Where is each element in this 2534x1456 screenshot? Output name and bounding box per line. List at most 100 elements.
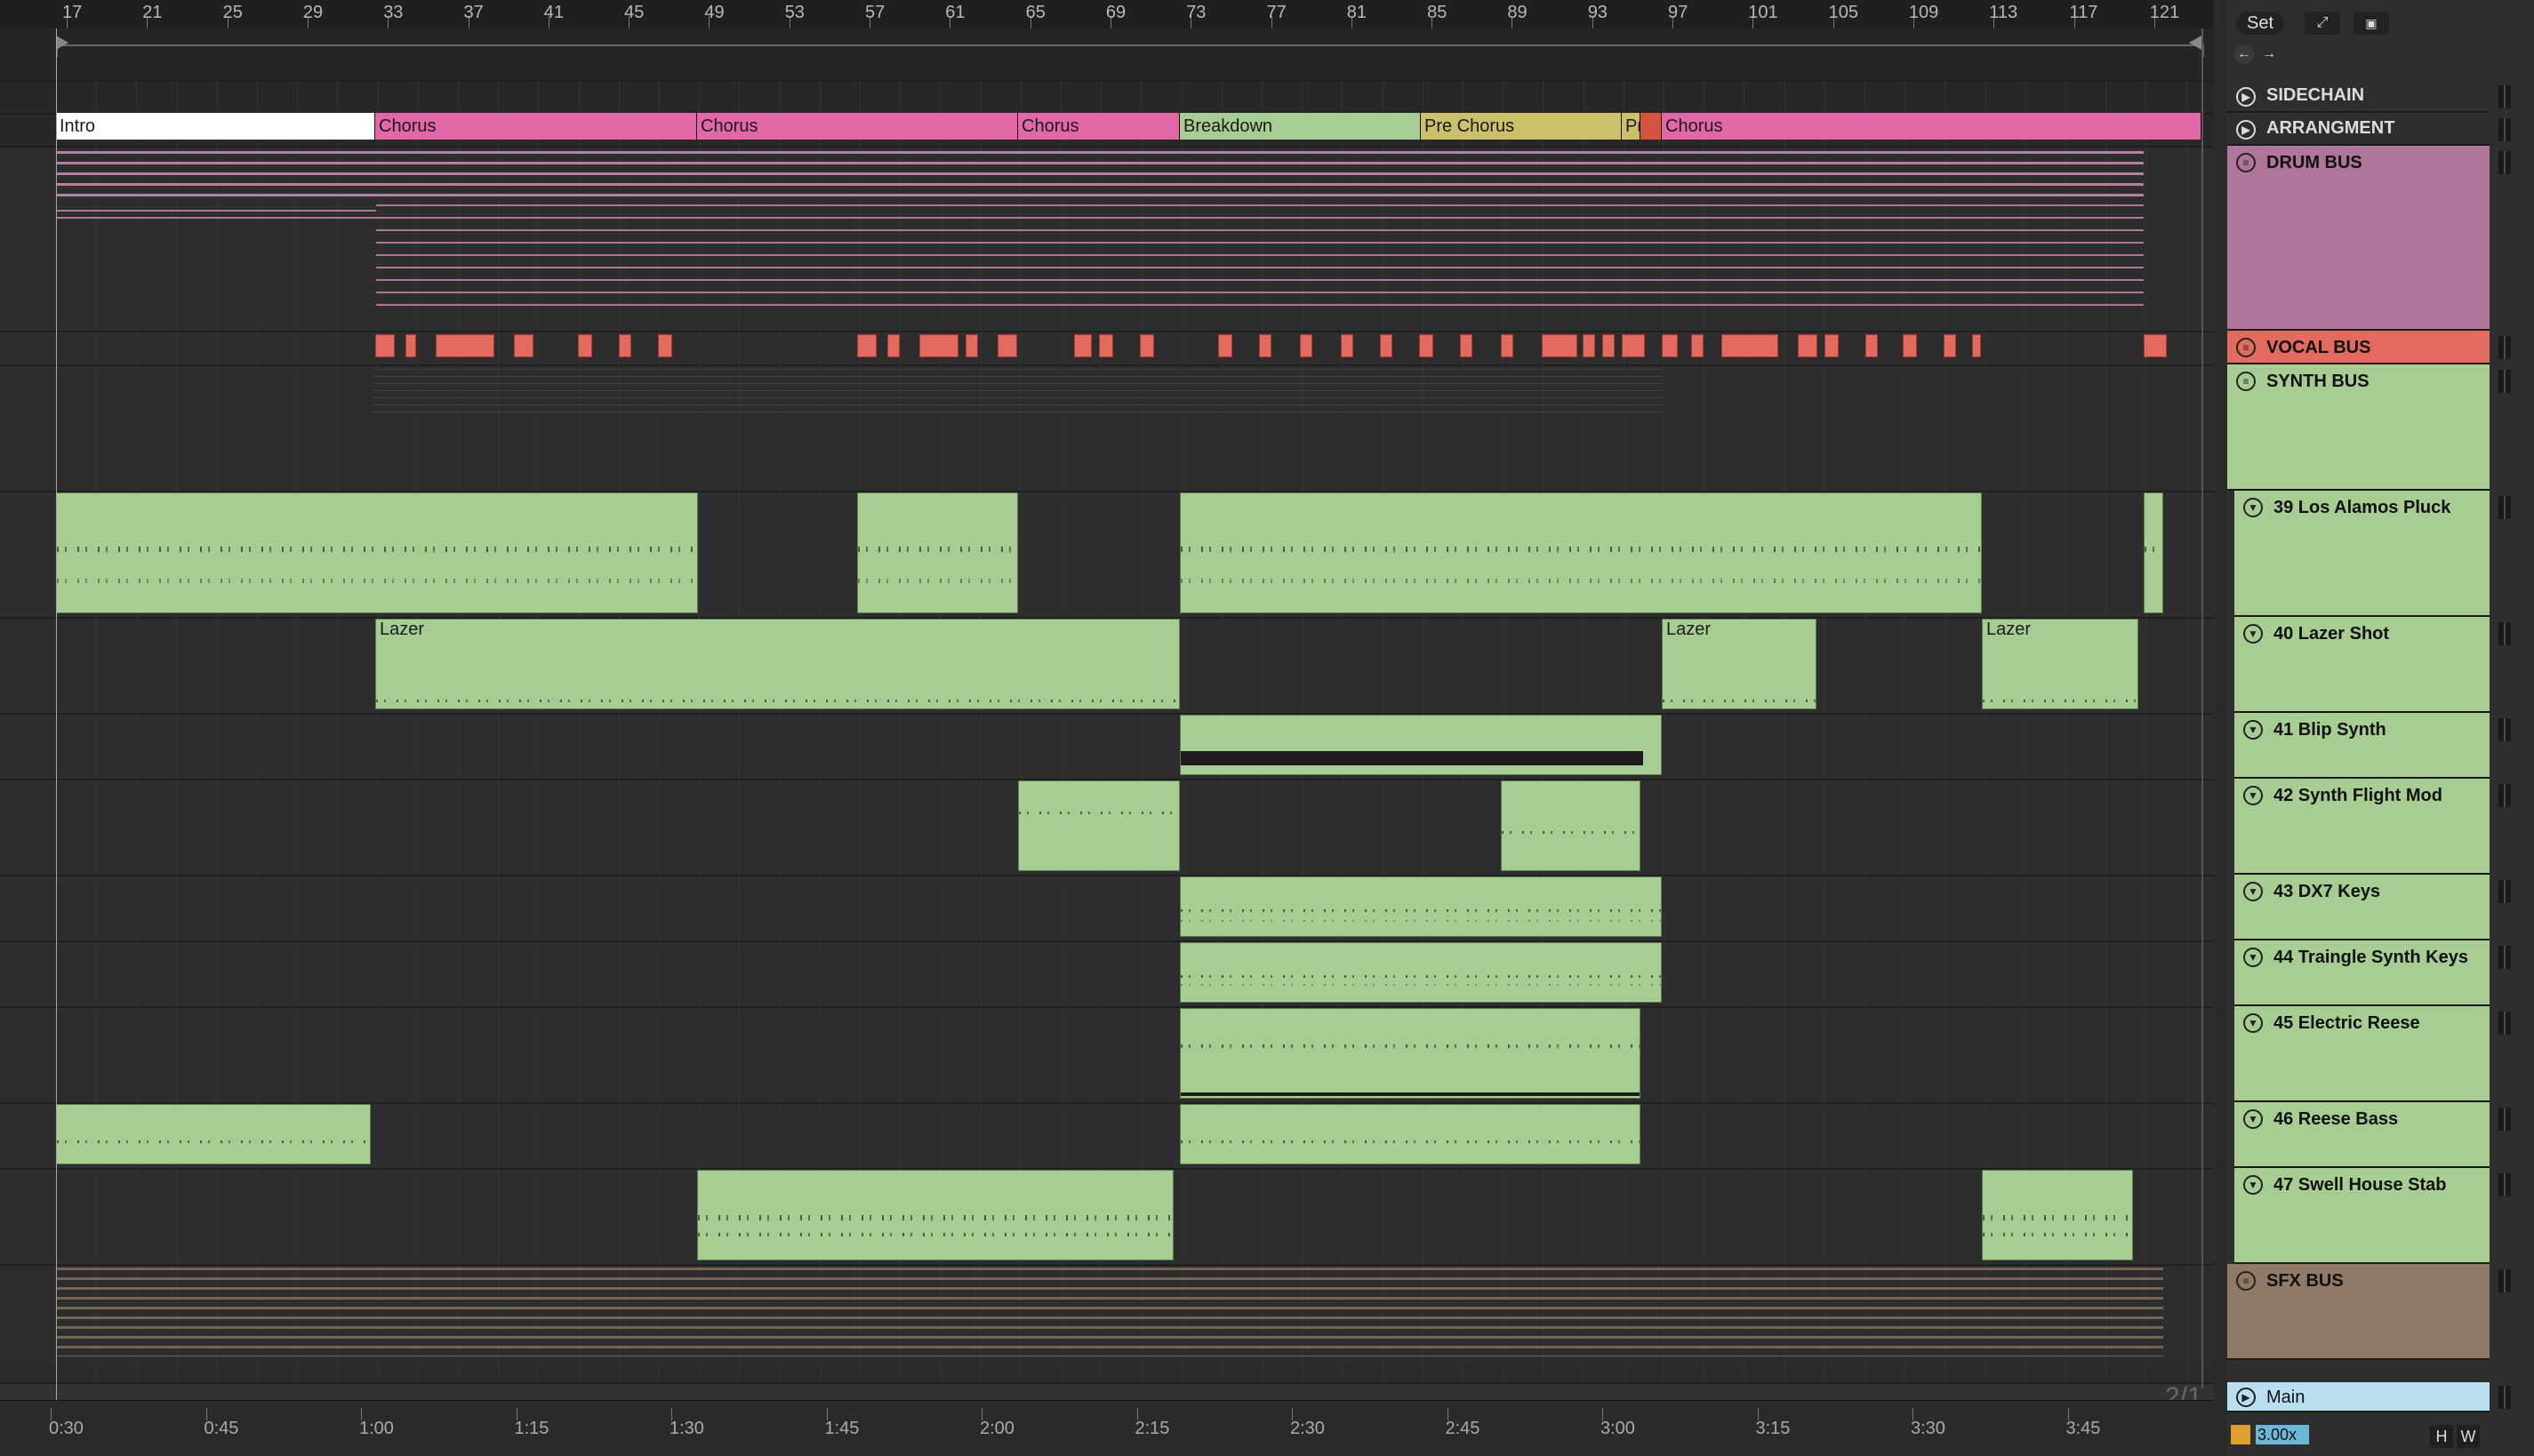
vocal-clip[interactable] [1903,334,1917,357]
vocal-clip[interactable] [1419,334,1433,357]
vocal-clip[interactable] [1865,334,1878,357]
clip-los-alamos-pluck-1[interactable] [56,492,698,613]
group-fold-icon[interactable]: ≡ [2236,1271,2256,1291]
vocal-clip[interactable] [1218,334,1232,357]
track-scroll-handle[interactable] [2498,946,2511,969]
vocal-clip[interactable] [1300,334,1312,357]
track-header-sidechain[interactable]: ▶ SIDECHAIN [2227,80,2490,113]
sfx-bus-overview[interactable] [56,1268,2163,1356]
clip-los-alamos-pluck-3[interactable] [1180,492,1982,613]
vocal-clip[interactable] [1972,334,1981,357]
chevron-down-icon[interactable]: ▼ [2243,720,2263,740]
vocal-clip[interactable] [1691,334,1704,357]
locator-breakdown[interactable]: Breakdown [1180,113,1421,140]
vocal-clip[interactable] [619,334,631,357]
track-scroll-handle[interactable] [2498,370,2511,393]
clip-synth-flight-mod-2[interactable] [1501,780,1640,871]
arrow-right-icon[interactable]: → [2259,44,2279,64]
main-track-scroll-handle[interactable] [2498,1386,2511,1409]
vocal-clip[interactable] [1602,334,1615,357]
play-icon[interactable]: ▶ [2236,1388,2256,1407]
clip-lazer-2[interactable]: Lazer [1662,619,1816,709]
clip-lazer-3[interactable]: Lazer [1982,619,2138,709]
chevron-down-icon[interactable]: ▼ [2243,1175,2263,1195]
track-scroll-handle[interactable] [2498,784,2511,807]
track-header-42-synth-flight-mod[interactable]: ▼ 42 Synth Flight Mod [2234,779,2490,875]
track-scroll-handle[interactable] [2498,880,2511,903]
vocal-clip[interactable] [998,334,1017,357]
track-scroll-handle[interactable] [2498,496,2511,519]
vocal-clip[interactable] [1542,334,1577,357]
group-fold-icon[interactable]: ≡ [2236,372,2256,391]
lock-icon[interactable]: ▣ [2354,12,2389,35]
clip-los-alamos-pluck-4[interactable] [2144,492,2163,613]
play-icon[interactable]: ▶ [2236,87,2256,107]
locator-intro[interactable]: Intro [56,113,375,140]
clip-lazer-1[interactable]: Lazer [375,619,1180,709]
clip-electric-reese[interactable] [1180,1008,1640,1099]
chevron-down-icon[interactable]: ▼ [2243,1013,2263,1033]
vocal-clip[interactable] [1341,334,1353,357]
track-scroll-handle[interactable] [2498,1269,2511,1292]
vocal-clip[interactable] [658,334,672,357]
chevron-down-icon[interactable]: ▼ [2243,948,2263,967]
track-scroll-handle[interactable] [2498,1108,2511,1131]
loop-start-marker[interactable] [56,36,68,50]
vocal-clip[interactable] [1380,334,1392,357]
locator-pr[interactable]: Pr [1622,113,1640,140]
clip-los-alamos-pluck-2[interactable] [857,492,1018,613]
vocal-clip[interactable] [1259,334,1271,357]
chevron-down-icon[interactable]: ▼ [2243,498,2263,517]
clip-dx7-keys[interactable] [1180,876,1662,937]
chevron-down-icon[interactable]: ▼ [2243,1109,2263,1129]
locator-chorus[interactable]: Chorus [1018,113,1180,140]
expand-icon[interactable]: ⤢ [2305,12,2340,35]
track-header-main[interactable]: ▶ Main [2227,1382,2490,1412]
track-header-43-dx7-keys[interactable]: ▼ 43 DX7 Keys [2234,875,2490,940]
track-header-45-electric-reese[interactable]: ▼ 45 Electric Reese [2234,1006,2490,1102]
track-header-46-reese-bass[interactable]: ▼ 46 Reese Bass [2234,1102,2490,1168]
loop-end-marker[interactable] [2189,36,2201,50]
group-fold-icon[interactable]: ≡ [2236,153,2256,172]
vocal-clip[interactable] [966,334,978,357]
chevron-down-icon[interactable]: ▼ [2243,786,2263,805]
beat-ruler[interactable]: 17 21 25 29 33 37 41 45 49 53 57 61 65 69 73 77 81 85 89 93… [0,0,2214,29]
loop-brace[interactable] [56,44,2204,57]
track-scroll-handle[interactable] [2498,118,2511,141]
vocal-clip[interactable] [436,334,494,357]
vocal-clip[interactable] [1824,334,1839,357]
track-header-41-blip-synth[interactable]: ▼ 41 Blip Synth [2234,713,2490,779]
vocal-clip[interactable] [919,334,958,357]
locator-chorus[interactable]: Chorus [1662,113,2201,140]
arrow-left-icon[interactable]: ← [2234,44,2254,64]
track-scroll-handle[interactable] [2498,85,2511,108]
vocal-clip[interactable] [857,334,877,357]
chevron-down-icon[interactable]: ▼ [2243,624,2263,644]
track-scroll-handle[interactable] [2498,151,2511,174]
vocal-clip[interactable] [514,334,533,357]
vocal-clip[interactable] [2144,334,2167,357]
vocal-clip[interactable] [405,334,416,357]
time-ruler[interactable]: 0:30 0:45 1:00 1:15 1:30 1:45 2:00 2:15 2:30 2:45… [0,1400,2214,1456]
track-scroll-handle[interactable] [2498,1173,2511,1196]
play-icon[interactable]: ▶ [2236,120,2256,140]
vocal-clip[interactable] [1721,334,1778,357]
vocal-clip[interactable] [578,334,592,357]
set-button[interactable]: Set [2236,12,2284,35]
vocal-clip[interactable] [1140,334,1154,357]
track-header-vocal-bus[interactable]: ≡ VOCAL BUS [2227,331,2490,364]
track-header-40-lazer-shot[interactable]: ▼ 40 Lazer Shot [2234,617,2490,713]
locator-chorus[interactable]: Chorus [375,113,697,140]
track-scroll-handle[interactable] [2498,718,2511,741]
h-button[interactable]: H [2430,1425,2453,1448]
locator-pre-chorus[interactable]: Pre Chorus [1421,113,1622,140]
track-header-sfx-bus[interactable]: ≡ SFX BUS [2227,1264,2490,1360]
w-button[interactable]: W [2457,1425,2480,1448]
clip-reese-bass-2[interactable] [1180,1104,1640,1164]
locator-chorus[interactable]: Chorus [697,113,1018,140]
track-header-arrangment[interactable]: ▶ ARRANGMENT [2227,113,2490,146]
clip-blip-synth[interactable] [1180,715,1662,775]
vocal-clip[interactable] [1460,334,1472,357]
clip-swell-house-stab-1[interactable] [697,1170,1174,1260]
loop-brace-strip[interactable] [0,28,2214,80]
